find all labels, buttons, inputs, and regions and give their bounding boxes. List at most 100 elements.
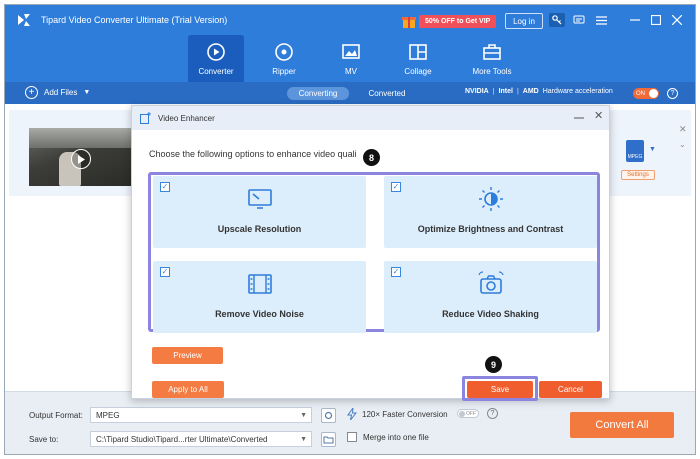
minimize-icon[interactable]: [627, 13, 643, 27]
folder-icon[interactable]: [321, 432, 336, 447]
shaking-checkbox[interactable]: ✓: [391, 267, 401, 277]
title-bar: Tipard Video Converter Ultimate (Trial V…: [5, 5, 695, 35]
bottom-bar: Output Format: MPEG ▼ 120× Faster Conver…: [5, 391, 695, 454]
save-button[interactable]: Save: [467, 381, 533, 398]
hardware-acceleration: NVIDIA | Intel | AMD Hardware accelerati…: [465, 88, 613, 95]
faster-conversion-label: 120× Faster Conversion: [362, 409, 448, 419]
tab-converting[interactable]: Converting: [287, 87, 349, 100]
plus-icon: +: [25, 86, 38, 99]
feedback-icon[interactable]: [571, 13, 587, 27]
step-marker-9: 9: [485, 356, 502, 373]
chevron-down-icon: ▼: [300, 412, 307, 419]
remove-icon[interactable]: ✕: [679, 124, 687, 135]
help-icon[interactable]: ?: [667, 88, 678, 99]
promo-badge[interactable]: 50% OFF to Get VIP: [419, 14, 497, 28]
option-label: Remove Video Noise: [215, 309, 304, 319]
merge-option[interactable]: Merge into one file: [347, 432, 429, 442]
tab-converter[interactable]: Converter: [188, 35, 244, 82]
collage-icon: [409, 44, 427, 60]
tab-label: More Tools: [472, 67, 512, 76]
save-to-path: C:\Tipard Studio\Tipard...rter Ultimate\…: [96, 434, 268, 444]
camera-stabilize-icon: [478, 271, 504, 297]
menu-icon[interactable]: [593, 13, 609, 27]
apply-to-all-button[interactable]: Apply to All: [152, 381, 224, 398]
upscale-icon: [247, 186, 273, 212]
main-nav: Converter Ripper MV Collage More Tools: [5, 35, 695, 82]
play-icon[interactable]: [71, 149, 91, 169]
dialog-title: Video Enhancer: [158, 113, 215, 123]
merge-checkbox[interactable]: [347, 432, 357, 442]
chevron-down-icon[interactable]: ▼: [649, 146, 656, 153]
option-label: Optimize Brightness and Contrast: [417, 224, 564, 234]
intel-label: Intel: [498, 88, 513, 95]
output-format-label: Output Format:: [29, 411, 83, 420]
brightness-checkbox[interactable]: ✓: [391, 182, 401, 192]
faster-conversion-toggle[interactable]: OFF: [457, 409, 479, 418]
converter-toolbar: + Add Files ▼ Converting Converted NVIDI…: [5, 82, 695, 104]
toggle-state: ON: [636, 90, 645, 97]
settings-button[interactable]: Settings: [621, 170, 655, 180]
add-files-button[interactable]: + Add Files ▼: [25, 86, 90, 99]
toggle-state: OFF: [466, 410, 476, 417]
nvidia-label: NVIDIA: [465, 88, 489, 95]
noise-checkbox[interactable]: ✓: [160, 267, 170, 277]
hw-accel-toggle[interactable]: ON: [633, 88, 659, 99]
key-icon[interactable]: [549, 13, 565, 27]
option-label: Upscale Resolution: [217, 224, 302, 234]
preview-button[interactable]: Preview: [152, 347, 223, 364]
help-icon[interactable]: ?: [487, 408, 498, 419]
close-icon[interactable]: [669, 13, 685, 27]
tab-ripper[interactable]: Ripper: [256, 35, 312, 82]
upscale-checkbox[interactable]: ✓: [160, 182, 170, 192]
tab-label: MV: [345, 67, 357, 76]
gift-icon: [401, 13, 417, 29]
lightning-icon: [347, 408, 357, 420]
option-label: Reduce Video Shaking: [442, 309, 539, 319]
option-reduce-shaking[interactable]: ✓ Reduce Video Shaking: [384, 261, 597, 333]
tab-label: Ripper: [272, 67, 296, 76]
chevron-down-icon[interactable]: ▼: [83, 89, 90, 96]
film-noise-icon: [247, 271, 273, 297]
login-button[interactable]: Log in: [505, 13, 543, 29]
convert-all-button[interactable]: Convert All: [570, 412, 674, 438]
disc-icon: [275, 43, 293, 61]
cancel-button[interactable]: Cancel: [539, 381, 602, 398]
merge-label: Merge into one file: [363, 432, 429, 442]
format-icon[interactable]: MPEG: [626, 140, 644, 162]
window-title: Tipard Video Converter Ultimate (Trial V…: [41, 15, 228, 25]
promo-banner[interactable]: 50% OFF to Get VIP: [401, 13, 497, 29]
close-icon[interactable]: ✕: [594, 111, 603, 122]
add-files-label: Add Files: [44, 88, 78, 97]
hw-accel-label: Hardware acceleration: [542, 88, 613, 95]
option-remove-noise[interactable]: ✓ Remove Video Noise: [153, 261, 366, 333]
video-thumbnail[interactable]: [29, 128, 131, 186]
amd-label: AMD: [522, 88, 539, 95]
tab-mv[interactable]: MV: [323, 35, 379, 82]
brightness-icon: [478, 186, 504, 212]
chevron-down-icon: ▼: [300, 436, 307, 443]
dialog-header: Video Enhancer ✕: [132, 106, 609, 130]
tab-collage[interactable]: Collage: [390, 35, 446, 82]
app-logo-icon: [15, 11, 33, 29]
maximize-icon[interactable]: [648, 13, 664, 27]
step-marker-8: 8: [363, 149, 380, 166]
toolbox-icon: [483, 44, 501, 60]
app-window: Tipard Video Converter Ultimate (Trial V…: [4, 4, 696, 455]
option-upscale-resolution[interactable]: ✓ Upscale Resolution: [153, 176, 366, 248]
save-to-select[interactable]: C:\Tipard Studio\Tipard...rter Ultimate\…: [90, 431, 312, 447]
output-format-value: MPEG: [96, 410, 120, 420]
minimize-icon[interactable]: [574, 112, 584, 122]
faster-conversion: 120× Faster Conversion: [347, 408, 448, 420]
mv-icon: [342, 44, 360, 59]
tab-more-tools[interactable]: More Tools: [460, 35, 524, 82]
tab-label: Collage: [404, 67, 432, 76]
converter-icon: [207, 43, 225, 61]
format-settings-icon[interactable]: [321, 408, 336, 423]
save-to-label: Save to:: [29, 435, 59, 444]
output-format-select[interactable]: MPEG ▼: [90, 407, 312, 423]
dialog-instruction: Choose the following options to enhance …: [149, 149, 357, 159]
option-optimize-brightness[interactable]: ✓ Optimize Brightness and Contrast: [384, 176, 597, 248]
tab-converted[interactable]: Converted: [363, 87, 411, 100]
expand-icon[interactable]: ⌄: [679, 140, 686, 149]
toggle-knob: [649, 89, 658, 98]
